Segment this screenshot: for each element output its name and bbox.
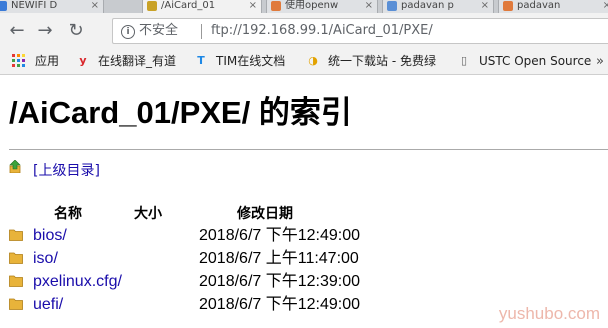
tab-favicon [147, 1, 157, 11]
bookmark-tim[interactable]: T TIM在线文档 [194, 49, 285, 74]
entry-name-link[interactable]: uefi/ [33, 294, 63, 316]
tab-label: padavan [517, 0, 561, 11]
divider [201, 24, 202, 39]
column-header-modified[interactable]: 修改日期 [237, 204, 293, 224]
entry-modified: 2018/6/7 下午12:39:00 [199, 273, 361, 290]
tab-favicon [0, 1, 7, 11]
bookmark-download-site[interactable]: ◑ 统一下载站 - 免费绿 [306, 49, 436, 74]
apps-grid-icon [12, 54, 25, 67]
tab-favicon [503, 1, 513, 11]
folder-icon [9, 275, 23, 287]
tab-3[interactable]: padavan p × [382, 0, 494, 13]
bookmark-youdao[interactable]: y 在线翻译_有道 [76, 49, 176, 74]
bookmark-label: USTC Open Source [479, 54, 592, 68]
arrow-right-icon[interactable]: → [34, 20, 56, 42]
close-icon[interactable]: × [249, 0, 257, 13]
tab-label: NEWIFI D [11, 0, 58, 11]
tab-4[interactable]: padavan × [498, 0, 608, 13]
close-icon[interactable]: × [481, 0, 489, 13]
column-header-name[interactable]: 名称 [54, 204, 82, 224]
folder-icon [9, 229, 23, 241]
tab-label: 使用openw [285, 0, 339, 11]
security-label[interactable]: 不安全 [139, 19, 178, 43]
more-bookmarks-icon[interactable]: » [596, 49, 604, 74]
folder-icon [9, 252, 23, 264]
tab-0[interactable]: NEWIFI D × [0, 0, 104, 13]
close-icon[interactable]: × [91, 0, 99, 13]
parent-directory-link[interactable]: [上级目录] [33, 161, 100, 181]
entry-name-link[interactable]: iso/ [33, 248, 58, 270]
tim-icon: T [197, 53, 205, 67]
bookmark-ustc[interactable]: ▯ USTC Open Source [457, 49, 591, 74]
reload-icon[interactable]: ↻ [65, 20, 87, 42]
entry-modified: 2018/6/7 下午12:49:00 [199, 296, 361, 313]
tab-favicon [387, 1, 397, 11]
bookmark-label: 应用 [35, 54, 60, 68]
list-item: iso/ 2018/6/7 上午11:47:00 [0, 248, 608, 270]
page-title: /AiCard_01/PXE/ 的索引 [9, 95, 352, 130]
bookmark-label: 统一下载站 - 免费绿 [328, 54, 436, 68]
list-item: pxelinux.cfg/ 2018/6/7 下午12:39:00 [0, 271, 608, 293]
entry-modified: 2018/6/7 上午11:47:00 [199, 250, 359, 267]
youdao-icon: y [79, 53, 87, 67]
watermark: yushubo.com [498, 304, 600, 323]
tab-1[interactable]: /AiCard_01 × [142, 0, 262, 13]
list-item: bios/ 2018/6/7 下午12:49:00 [0, 225, 608, 247]
up-arrow-icon [9, 160, 21, 173]
arrow-left-icon[interactable]: ← [6, 20, 28, 42]
folder-icon [9, 298, 23, 310]
tab-2[interactable]: 使用openw × [266, 0, 378, 13]
bookmark-label: 在线翻译_有道 [98, 54, 177, 68]
bookmarks-bar: 应用 y 在线翻译_有道 T TIM在线文档 ◑ 统一下载站 - 免费绿 ▯ USTC … [0, 49, 608, 75]
page-icon: ▯ [460, 53, 468, 67]
close-icon[interactable]: × [365, 0, 373, 13]
info-icon[interactable]: i [121, 25, 135, 39]
browser-toolbar: ← → ↻ i 不安全 ftp://192.168.99.1/AiCard_01… [0, 13, 608, 49]
address-bar[interactable]: i 不安全 ftp://192.168.99.1/AiCard_01/PXE/ [112, 18, 608, 44]
divider [9, 149, 608, 150]
download-site-icon: ◑ [308, 53, 318, 67]
column-header-size[interactable]: 大小 [134, 204, 162, 224]
tab-label: padavan p [401, 0, 454, 11]
bookmark-apps[interactable]: 应用 [12, 49, 59, 74]
tab-favicon [271, 1, 281, 11]
tab-label: /AiCard_01 [161, 0, 216, 11]
entry-modified: 2018/6/7 下午12:49:00 [199, 227, 361, 244]
tab-strip: NEWIFI D × /AiCard_01 × 使用openw × padava… [0, 0, 608, 13]
entry-name-link[interactable]: pxelinux.cfg/ [33, 271, 122, 293]
entry-name-link[interactable]: bios/ [33, 225, 67, 247]
url-text[interactable]: ftp://192.168.99.1/AiCard_01/PXE/ [211, 19, 433, 43]
bookmark-label: TIM在线文档 [216, 54, 286, 68]
close-icon[interactable]: × [603, 0, 608, 13]
